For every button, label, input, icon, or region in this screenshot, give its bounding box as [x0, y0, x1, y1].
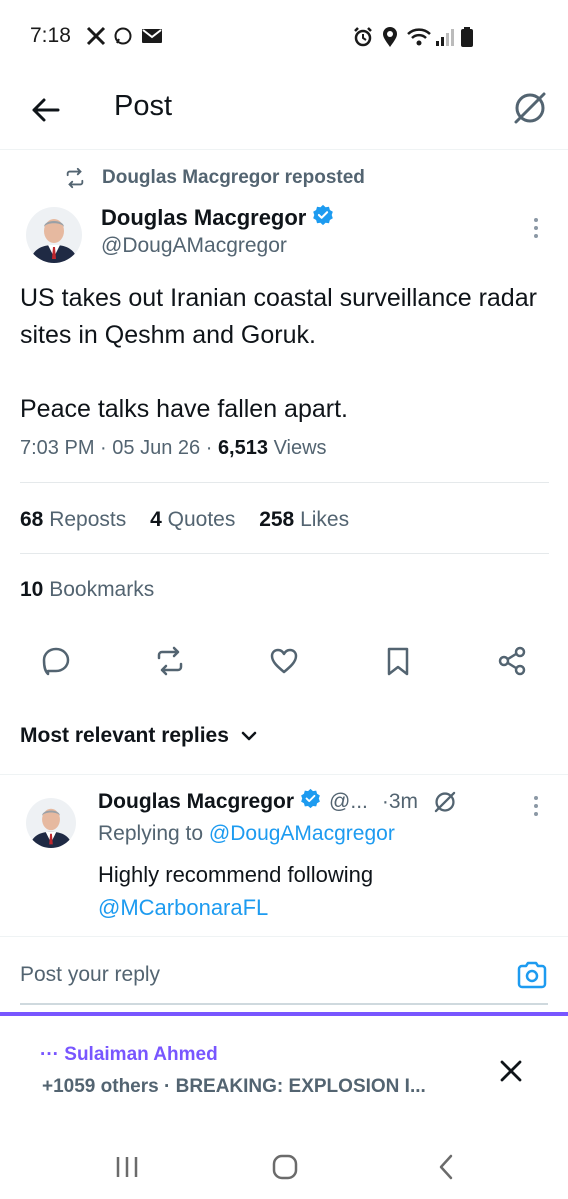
reposts-label: Reposts — [49, 508, 127, 531]
input-underline — [20, 1003, 548, 1005]
reply-icon — [42, 647, 70, 676]
status-bar: 7:18 — [0, 0, 568, 74]
reply-time[interactable]: ·3m — [382, 790, 418, 814]
divider — [20, 553, 549, 554]
likes-count: 258 — [259, 508, 295, 531]
share-icon — [498, 646, 526, 676]
verified-badge-icon — [300, 788, 321, 815]
avatar[interactable] — [26, 207, 82, 263]
post-text-paragraph-1: US takes out Iranian coastal surveillanc… — [20, 284, 537, 349]
views-count: 6,513 — [217, 437, 268, 459]
status-time: 7:18 — [30, 24, 71, 47]
mail-icon — [141, 26, 163, 51]
repost-label: Douglas Macgregor reposted — [102, 167, 365, 188]
signal-icon — [435, 26, 455, 53]
notification-banner[interactable]: ··· Sulaiman Ahmed +1059 others · BREAKI… — [0, 1012, 568, 1134]
arrow-left-icon — [32, 98, 60, 122]
reposts-count: 68 — [20, 508, 44, 531]
chevron-down-icon — [241, 731, 257, 741]
grok-button[interactable] — [510, 88, 550, 128]
reply-input[interactable]: Post your reply — [20, 963, 160, 987]
camera-button[interactable] — [516, 959, 548, 991]
reply-compose-bar: Post your reply — [0, 936, 568, 1012]
replies-sort-label: Most relevant replies — [20, 724, 229, 747]
grok-icon[interactable] — [432, 789, 458, 815]
verified-badge-icon — [312, 204, 334, 232]
reply-author-name[interactable]: Douglas Macgregor — [98, 790, 294, 814]
page-title: Post — [114, 90, 173, 122]
meta-separator: · — [100, 437, 107, 459]
author-name-text: Douglas Macgregor — [101, 205, 307, 230]
reply-author-photo — [26, 798, 76, 848]
notification-close-button[interactable] — [496, 1056, 526, 1086]
author-handle[interactable]: @DougAMacgregor — [101, 234, 287, 258]
share-button[interactable] — [496, 645, 528, 677]
quotes-stat[interactable]: 4 Quotes — [150, 508, 235, 531]
quotes-count: 4 — [150, 508, 162, 531]
reply-header: Douglas Macgregor @... ·3m — [98, 788, 458, 815]
grok-icon — [514, 92, 546, 124]
author-photo — [26, 207, 82, 263]
chevron-left-icon — [439, 1154, 453, 1180]
meta-separator: · — [205, 437, 213, 459]
messenger-icon — [113, 26, 133, 51]
more-options-button[interactable] — [526, 214, 546, 244]
location-icon — [381, 26, 399, 53]
post-header: Post — [0, 74, 568, 150]
repost-indicator: Douglas Macgregor reposted — [64, 165, 365, 191]
bookmark-button[interactable] — [382, 645, 414, 677]
post-metadata: 7:03 PM · 05 Jun 26 · 6,513 Views — [20, 437, 327, 460]
divider — [0, 774, 568, 775]
engagement-stats: 68 Reposts 4 Quotes 258 Likes — [20, 508, 367, 532]
recent-apps-icon — [116, 1157, 138, 1177]
reply-text: Highly recommend following @MCarbonaraFL — [98, 858, 538, 924]
close-icon — [500, 1060, 522, 1082]
notification-text: +1059 others · BREAKING: EXPLOSION I... — [42, 1076, 426, 1097]
reply-button[interactable] — [40, 645, 72, 677]
back-nav-button[interactable] — [430, 1150, 464, 1184]
reply-text-body: Highly recommend following — [98, 862, 374, 887]
quotes-label: Quotes — [167, 508, 236, 531]
repost-icon — [157, 646, 183, 676]
alarm-icon — [352, 26, 374, 53]
replying-to-prefix: Replying to — [98, 822, 204, 845]
reply-avatar[interactable] — [26, 798, 76, 848]
likes-label: Likes — [300, 508, 350, 531]
camera-icon — [517, 961, 547, 989]
home-button[interactable] — [268, 1150, 302, 1184]
repost-button[interactable] — [154, 645, 186, 677]
post-text-paragraph-2: Peace talks have fallen apart. — [20, 395, 348, 423]
notification-header: ··· Sulaiman Ahmed — [40, 1044, 218, 1066]
replies-sort-dropdown[interactable]: Most relevant replies — [20, 724, 259, 748]
post-text: US takes out Iranian coastal surveillanc… — [20, 280, 550, 428]
author-name[interactable]: Douglas Macgregor — [101, 204, 334, 232]
mention-link[interactable]: @MCarbonaraFL — [98, 891, 538, 924]
battery-icon — [460, 26, 474, 53]
notification-user: Sulaiman Ahmed — [64, 1044, 218, 1065]
repost-icon — [66, 167, 84, 189]
replying-to: Replying to @DougAMacgregor — [98, 822, 395, 846]
bookmark-icon — [387, 647, 409, 676]
x-logo-icon — [86, 26, 106, 51]
bookmarks-stat[interactable]: 10 Bookmarks — [20, 578, 154, 602]
reposts-stat[interactable]: 68 Reposts — [20, 508, 126, 531]
like-button[interactable] — [268, 645, 300, 677]
recent-apps-button[interactable] — [110, 1150, 144, 1184]
system-nav-bar — [0, 1134, 568, 1199]
wifi-icon — [406, 26, 432, 53]
home-icon — [272, 1154, 298, 1180]
views-label: Views — [273, 437, 327, 459]
notification-ellipsis: ··· — [40, 1044, 59, 1065]
replying-to-handle-link[interactable]: @DougAMacgregor — [209, 822, 395, 845]
bookmarks-label: Bookmarks — [49, 578, 155, 601]
post-date[interactable]: 05 Jun 26 — [112, 437, 200, 459]
reply-author-handle[interactable]: @... — [329, 790, 368, 814]
divider — [20, 482, 549, 483]
back-button[interactable] — [26, 90, 66, 130]
post-time[interactable]: 7:03 PM — [20, 437, 94, 459]
likes-stat[interactable]: 258 Likes — [259, 508, 349, 531]
reply-more-options-button[interactable] — [526, 792, 546, 822]
heart-icon — [270, 648, 298, 674]
bookmarks-count: 10 — [20, 578, 44, 601]
